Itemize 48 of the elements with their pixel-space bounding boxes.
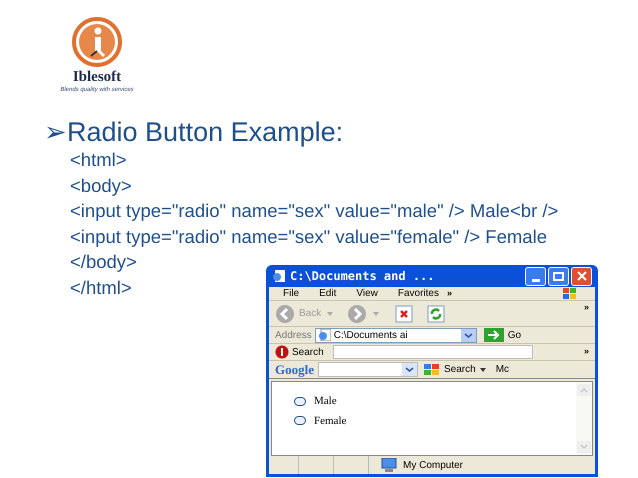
menu-overflow[interactable]: » — [446, 286, 452, 300]
menu-item[interactable]: Edit — [319, 286, 336, 301]
radio-button[interactable] — [294, 396, 306, 406]
stop-icon[interactable] — [395, 304, 414, 322]
google-search-field[interactable] — [318, 362, 418, 377]
address-label: Address — [275, 328, 312, 342]
search-bar-overflow[interactable]: » — [584, 345, 589, 359]
close-button[interactable] — [571, 266, 592, 286]
code-line: <body> — [70, 174, 132, 198]
slide-heading: Radio Button Example: — [67, 116, 344, 149]
window-title: C:\Documents and ... — [290, 268, 434, 285]
maximize-button[interactable] — [548, 266, 569, 286]
code-line: </body> — [70, 250, 137, 274]
status-text: My Computer — [403, 458, 464, 472]
code-line: </html> — [70, 276, 132, 300]
refresh-icon[interactable] — [427, 304, 446, 322]
radio-button[interactable] — [294, 416, 306, 426]
close-icon — [576, 271, 586, 281]
menu-item[interactable]: Favorites — [398, 286, 439, 301]
menu-item[interactable]: File — [283, 286, 300, 301]
maximize-icon — [553, 272, 564, 280]
search-logo-icon — [275, 345, 289, 359]
computer-icon — [381, 458, 397, 472]
logo-icon — [71, 16, 123, 68]
blocks-icon — [424, 364, 440, 376]
address-field[interactable]: C:\Documents ai — [314, 328, 477, 342]
google-logo: Google — [275, 363, 314, 376]
browser-page-icon — [272, 269, 286, 283]
bullet-arrow: ➢ — [44, 116, 67, 149]
go-button[interactable]: Go — [484, 328, 522, 342]
minimize-button[interactable] — [525, 266, 546, 286]
brand-name: Iblesoft — [72, 70, 122, 85]
page-icon — [318, 329, 331, 341]
dropdown-caret-icon[interactable] — [327, 312, 334, 316]
google-search-button[interactable]: Search — [424, 362, 486, 377]
radio-label: Male — [314, 394, 337, 409]
code-line: <html> — [70, 148, 127, 172]
toolbar-more-text[interactable]: Mc — [496, 362, 510, 377]
search-field[interactable] — [332, 345, 533, 359]
code-line: <input type="radio" name="sex" value="female" /> Female — [70, 224, 547, 249]
search-label: Search — [292, 346, 324, 360]
menu-item[interactable]: View — [356, 286, 378, 301]
minimize-icon — [532, 278, 540, 282]
caret-icon — [480, 368, 486, 372]
dropdown-caret-icon[interactable] — [373, 312, 380, 316]
toolbar-overflow[interactable]: » — [584, 301, 589, 314]
radio-label: Female — [314, 414, 346, 428]
code-line: <input type="radio" name="sex" value="male" /> Male<br /> — [70, 199, 558, 223]
